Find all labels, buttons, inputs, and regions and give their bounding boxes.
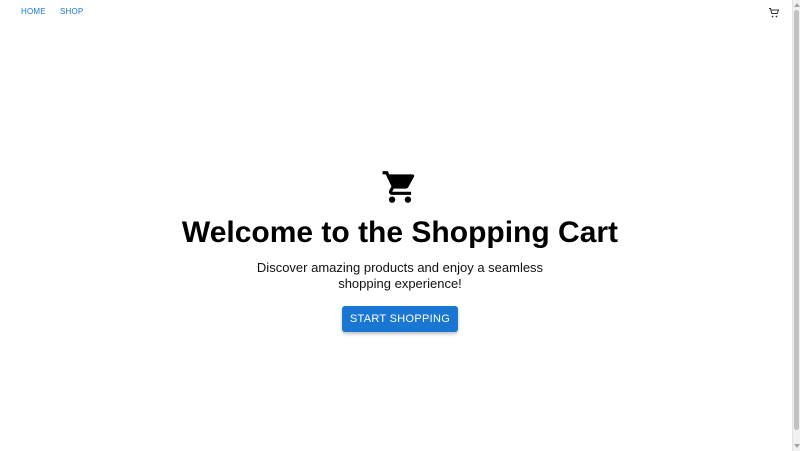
start-shopping-button[interactable]: START SHOPPING [342,306,458,332]
nav-link-home[interactable]: HOME [21,7,46,17]
page: HOME SHOP Welcome to the Shopping Cart D… [0,0,792,451]
shopping-cart-icon [381,168,419,206]
nav-link-shop[interactable]: SHOP [60,7,83,17]
hero-section: Welcome to the Shopping Cart Discover am… [0,168,800,332]
scrollbar-thumb[interactable] [794,10,799,430]
vertical-scrollbar[interactable] [792,0,800,451]
hero-title: Welcome to the Shopping Cart [181,216,619,249]
top-navigation: HOME SHOP [0,0,792,26]
browser-viewport: HOME SHOP Welcome to the Shopping Cart D… [0,0,800,451]
cart-icon[interactable] [768,6,780,18]
scroll-down-arrow-icon[interactable] [794,444,800,448]
scroll-up-arrow-icon[interactable] [794,3,800,7]
hero-subtitle: Discover amazing products and enjoy a se… [256,260,544,291]
